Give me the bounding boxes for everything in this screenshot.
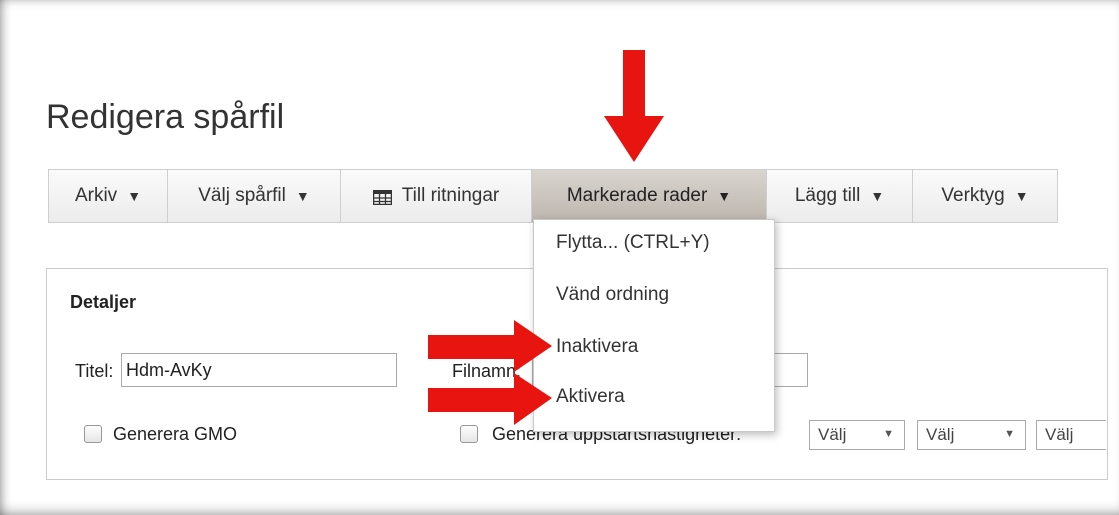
menu-item-vand-ordning[interactable]: Vänd ordning <box>556 284 669 306</box>
select-value: Välj <box>818 425 847 444</box>
toolbar: Arkiv ▼ Välj spårfil ▼ Till ritningar Ma… <box>48 169 1058 223</box>
chevron-down-icon: ▼ <box>295 188 310 204</box>
menu-label: Välj spårfil <box>198 185 286 206</box>
chevron-down-icon: ▼ <box>1014 188 1029 204</box>
select-value: Välj <box>1045 425 1074 444</box>
menu-label: Lägg till <box>794 185 861 206</box>
chevron-down-icon: ▼ <box>1004 428 1015 440</box>
menu-label: Verktyg <box>941 185 1005 206</box>
speed-select-3[interactable]: Välj <box>1036 420 1106 450</box>
right-arrow-annotation-icon <box>428 373 552 425</box>
page-title: Redigera spårfil <box>46 98 285 136</box>
menu-item-aktivera[interactable]: Aktivera <box>556 386 625 408</box>
title-label: Titel: <box>75 361 114 381</box>
select-value: Välj <box>926 425 955 444</box>
speed-select-1[interactable]: Välj ▼ <box>809 420 905 450</box>
title-input[interactable] <box>121 353 397 387</box>
menu-valj-sparfil-button[interactable]: Välj spårfil ▼ <box>168 170 341 222</box>
table-grid-icon <box>372 189 392 205</box>
chevron-down-icon: ▼ <box>870 188 885 204</box>
menu-verktyg-button[interactable]: Verktyg ▼ <box>913 170 1057 222</box>
markerade-rader-dropdown: Flytta... (CTRL+Y) Vänd ordning Inaktive… <box>533 219 775 432</box>
chevron-down-icon: ▼ <box>127 188 142 204</box>
details-heading: Detaljer <box>70 292 137 312</box>
generera-gmo-label: Generera GMO <box>113 424 238 444</box>
menu-item-flytta[interactable]: Flytta... (CTRL+Y) <box>556 232 710 254</box>
menu-arkiv-button[interactable]: Arkiv ▼ <box>49 170 168 222</box>
right-arrow-annotation-icon <box>428 320 552 372</box>
menu-label: Till ritningar <box>401 185 500 206</box>
generera-gmo-checkbox[interactable] <box>84 425 102 443</box>
chevron-down-icon: ▼ <box>883 428 894 440</box>
down-arrow-annotation-icon <box>604 50 664 162</box>
speed-select-2[interactable]: Välj ▼ <box>917 420 1026 450</box>
menu-item-inaktivera[interactable]: Inaktivera <box>556 336 638 358</box>
chevron-down-icon: ▼ <box>717 188 732 204</box>
till-ritningar-button[interactable]: Till ritningar <box>341 170 532 222</box>
menu-label: Arkiv <box>74 185 118 206</box>
menu-markerade-rader-button[interactable]: Markerade rader ▼ <box>532 170 767 222</box>
menu-label: Markerade rader <box>566 185 708 206</box>
menu-lagg-till-button[interactable]: Lägg till ▼ <box>767 170 913 222</box>
